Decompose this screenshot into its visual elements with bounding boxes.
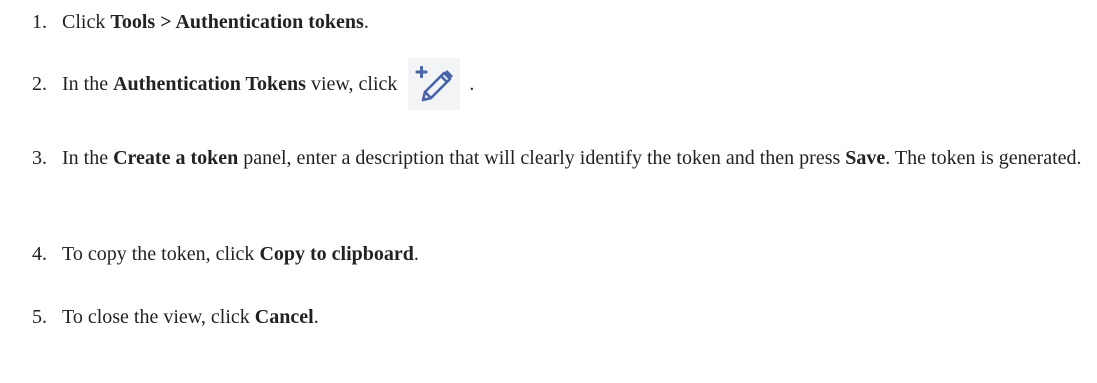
ui-term-copy-to-clipboard: Copy to clipboard: [259, 243, 414, 265]
step-text: In the Authentication Tokens view, click…: [62, 58, 475, 111]
step-text-part: To copy the token, click: [62, 243, 260, 265]
add-token-pencil-icon: [408, 58, 461, 111]
step-number: 2.: [32, 73, 47, 95]
step-text: To close the view, click Cancel.: [62, 301, 319, 333]
step-text-part: .: [413, 243, 419, 265]
step-number: 4.: [32, 243, 47, 265]
step-text-part: panel, enter a description that will cle…: [238, 147, 846, 169]
step-text: Click Tools > Authentication tokens.: [62, 6, 369, 38]
step-text-part: .: [464, 73, 475, 95]
step-text-part: In the: [62, 147, 114, 169]
step-text-part: .: [313, 306, 319, 328]
ui-term-create-a-token: Create a token: [113, 147, 239, 169]
step-number: 5.: [32, 306, 47, 328]
ui-term-tools: Tools: [110, 11, 156, 33]
step-text: To copy the token, click Copy to clipboa…: [62, 238, 419, 270]
step-text-part: To close the view, click: [62, 306, 255, 328]
step-text-part: . The token is generated.: [885, 147, 1082, 169]
step-text-part: view, click: [305, 73, 403, 95]
step-text-part: In the: [62, 73, 114, 95]
step-text: In the Create a token panel, enter a des…: [62, 142, 1087, 175]
ui-term-authentication-tokens: Authentication tokens: [175, 11, 364, 33]
ui-term-authentication-tokens-view: Authentication Tokens: [113, 73, 306, 95]
ui-term-save: Save: [845, 147, 886, 169]
step-number: 1.: [32, 11, 47, 33]
ui-term-cancel: Cancel: [254, 306, 314, 328]
menu-separator: >: [155, 11, 176, 33]
step-number: 3.: [32, 147, 47, 169]
step-text-part: .: [363, 11, 369, 33]
instruction-steps: 1. Click Tools > Authentication tokens . …: [0, 0, 1097, 383]
step-text-part: Click: [62, 11, 111, 33]
